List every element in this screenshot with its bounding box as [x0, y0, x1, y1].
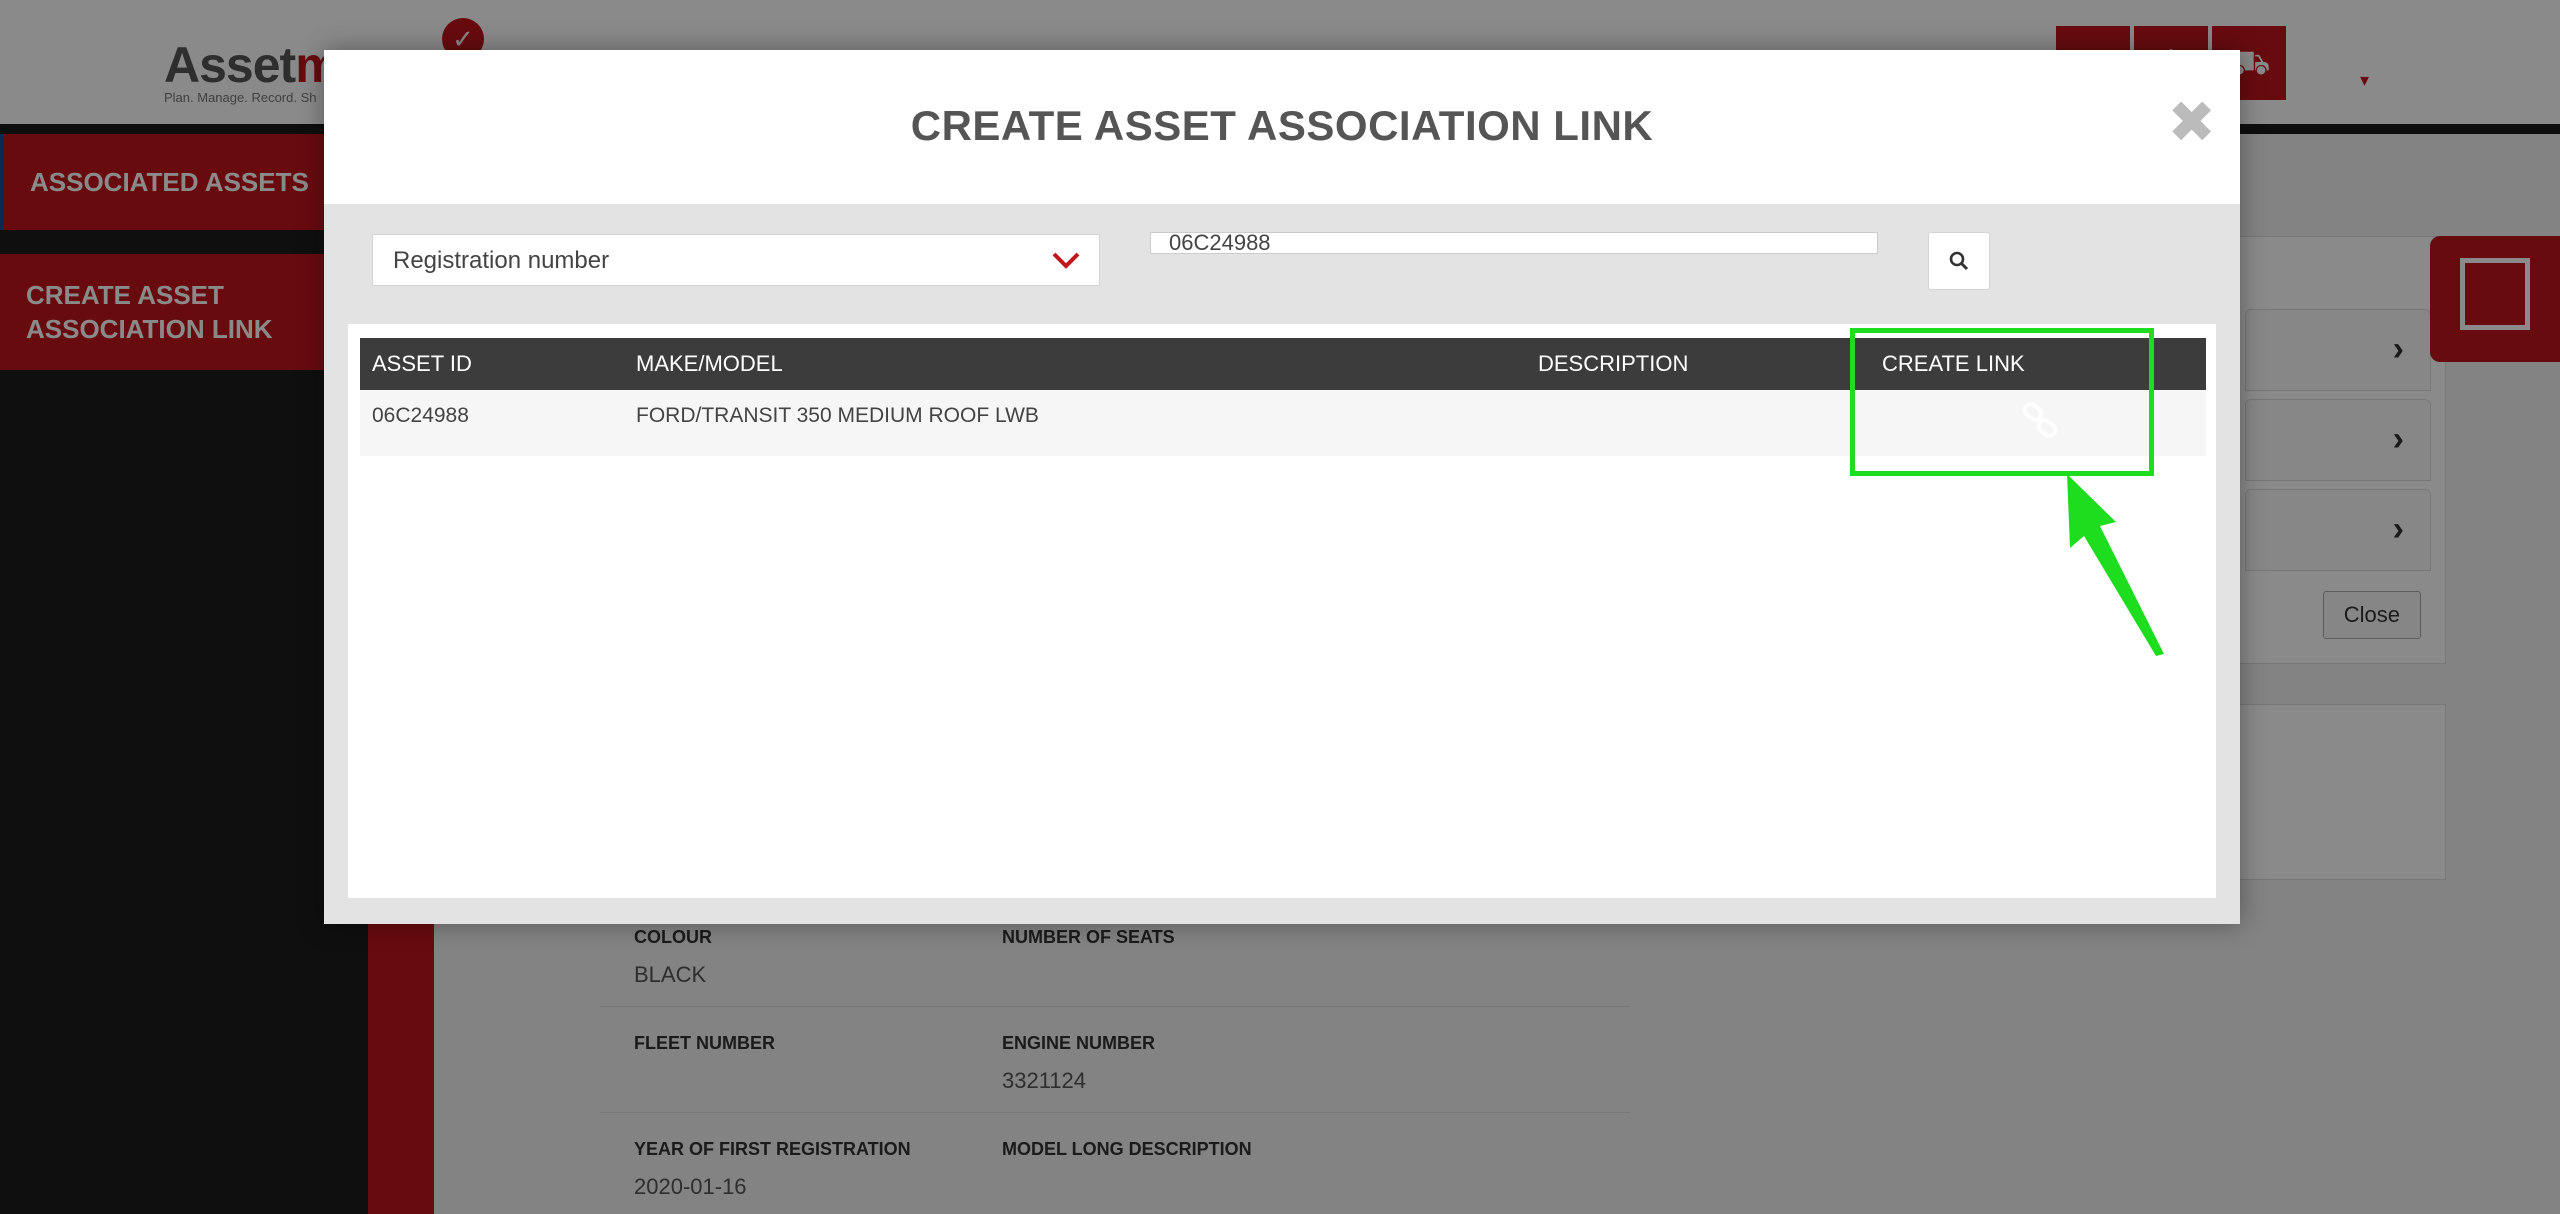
modal-title: CREATE ASSET ASSOCIATION LINK	[910, 102, 1654, 149]
search-input[interactable]	[1150, 232, 1878, 254]
column-header-make-model: MAKE/MODEL	[624, 338, 1526, 390]
cell-asset-id: 06C24988	[360, 390, 624, 456]
search-button[interactable]	[1928, 232, 1990, 290]
cell-description	[1526, 390, 1870, 456]
annotation-highlight-box	[1850, 328, 2154, 476]
cell-make-model: FORD/TRANSIT 350 MEDIUM ROOF LWB	[624, 390, 1526, 456]
close-icon[interactable]: ✖	[2167, 94, 2216, 152]
column-header-description: DESCRIPTION	[1526, 338, 1870, 390]
modal-body: Registration number ASSET ID MAKE/MODEL …	[324, 204, 2240, 924]
modal-header: CREATE ASSET ASSOCIATION LINK ✖	[324, 50, 2240, 204]
search-type-select[interactable]: Registration number	[372, 234, 1100, 286]
annotation-arrow-icon	[2067, 474, 2164, 656]
search-type-value: Registration number	[393, 247, 610, 274]
create-link-modal: CREATE ASSET ASSOCIATION LINK ✖ Registra…	[324, 50, 2240, 924]
search-icon	[1949, 251, 1969, 271]
column-header-asset-id: ASSET ID	[360, 338, 624, 390]
chevron-down-icon	[1052, 252, 1080, 269]
